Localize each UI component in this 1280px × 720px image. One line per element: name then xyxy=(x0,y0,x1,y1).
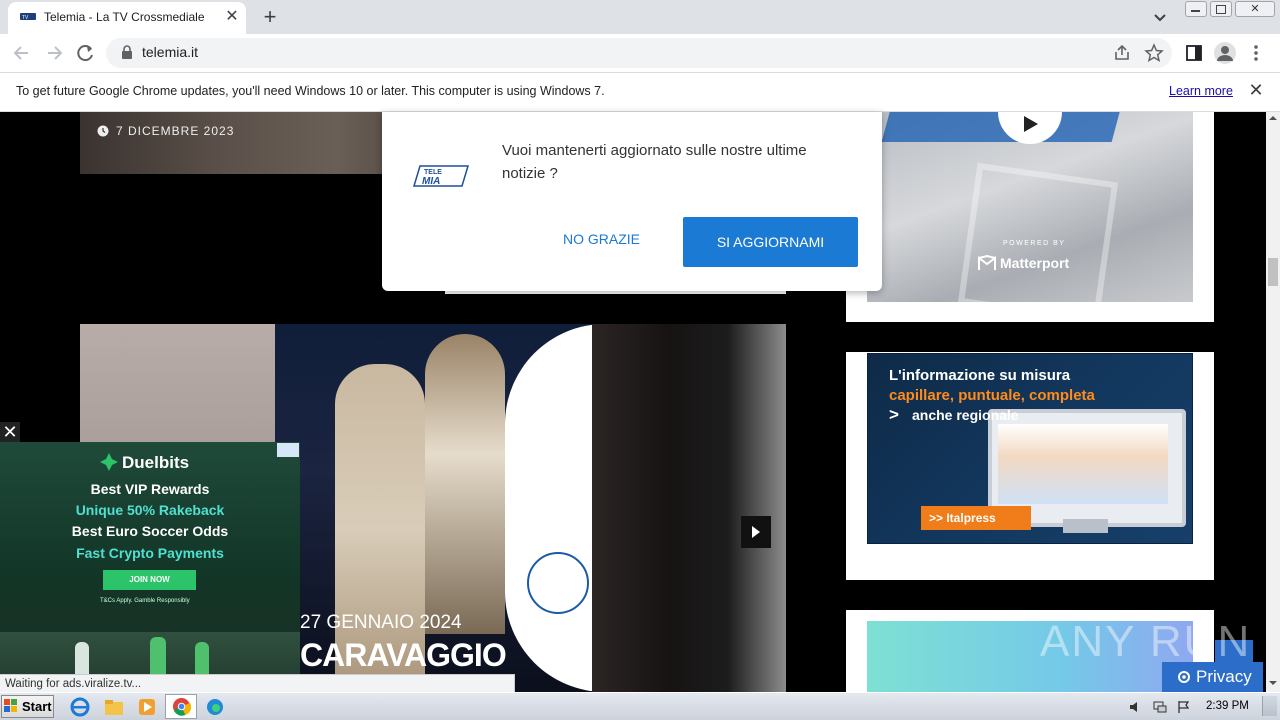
accept-button[interactable]: SI AGGIORNAMI xyxy=(683,217,858,267)
italpress-line1: L'informazione su misura xyxy=(889,367,1071,384)
svg-text:TELE: TELE xyxy=(424,169,442,176)
side-panel-icon[interactable] xyxy=(1184,43,1204,63)
share-icon[interactable] xyxy=(1112,43,1132,63)
duelbits-logo-icon xyxy=(100,453,118,471)
matterport-caption: POWERED BY xyxy=(1003,240,1066,247)
carousel-slide-next[interactable] xyxy=(592,324,786,692)
lock-icon[interactable] xyxy=(121,45,133,59)
profile-avatar-icon[interactable] xyxy=(1214,42,1236,64)
learn-more-link[interactable]: Learn more xyxy=(1169,84,1233,98)
show-desktop-button[interactable] xyxy=(1262,696,1277,716)
ad-line1: Best VIP Rewards xyxy=(90,481,210,497)
decline-button[interactable]: NO GRAZIE xyxy=(549,231,654,247)
restore-button[interactable] xyxy=(1210,1,1232,17)
scroll-down-icon[interactable] xyxy=(1268,678,1278,688)
file-explorer-icon[interactable] xyxy=(103,696,125,718)
anyrun-watermark: ANY RUN xyxy=(1040,617,1252,666)
ad-brand: Duelbits xyxy=(122,453,190,472)
matterport-logo-icon xyxy=(978,255,996,270)
tab-search-chevron-icon[interactable] xyxy=(1150,8,1170,26)
scrollbar-thumb[interactable] xyxy=(1268,258,1278,286)
minimize-button[interactable] xyxy=(1185,1,1207,17)
clock-icon xyxy=(97,125,109,137)
network-icon[interactable] xyxy=(1152,699,1168,715)
italpress-badge: >> Italpress xyxy=(921,506,1031,530)
action-center-flag-icon[interactable] xyxy=(1176,699,1192,715)
forward-arrow-icon[interactable] xyxy=(42,42,66,64)
caret-right-icon xyxy=(752,526,760,538)
play-icon xyxy=(1024,116,1038,132)
telemia-favicon-icon: TV xyxy=(20,13,36,21)
edge-icon[interactable] xyxy=(204,696,226,718)
svg-text:MIA: MIA xyxy=(422,176,440,187)
windows-logo-icon xyxy=(4,699,17,712)
event-title: CARAVAGGIO xyxy=(300,637,507,673)
infobar-close-icon[interactable]: ✕ xyxy=(1246,80,1266,100)
status-bubble: Waiting for ads.viralize.tv... xyxy=(0,674,515,692)
kebab-menu-icon[interactable] xyxy=(1246,43,1266,63)
adchoices-icon[interactable] xyxy=(277,443,299,457)
ad-line4: Fast Crypto Payments xyxy=(76,545,224,561)
carousel-next-button[interactable] xyxy=(741,516,771,548)
duelbits-ad[interactable] xyxy=(0,442,300,692)
svg-text:TV: TV xyxy=(22,15,29,21)
address-bar[interactable] xyxy=(106,38,1172,68)
ad-line3: Best Euro Soccer Odds xyxy=(71,523,229,539)
matterport-brand: Matterport xyxy=(1000,255,1070,271)
privacy-button[interactable]: Privacy xyxy=(1162,662,1263,692)
internet-explorer-icon[interactable] xyxy=(69,696,91,718)
bookmark-star-icon[interactable] xyxy=(1144,43,1164,63)
new-tab-button[interactable]: + xyxy=(257,5,283,29)
volume-icon[interactable] xyxy=(1128,699,1144,715)
back-arrow-icon[interactable] xyxy=(10,42,34,64)
taskbar-clock[interactable]: 2:39 PM xyxy=(1206,700,1249,712)
italpress-line2: capillare, puntuale, completa xyxy=(889,387,1095,404)
tab-close-icon[interactable]: ✕ xyxy=(222,7,242,27)
ad-line2: Unique 50% Rakeback xyxy=(75,502,225,518)
event-date: 27 GENNAIO 2024 xyxy=(300,612,462,633)
popup-message: Vuoi mantenerti aggiornato sulle nostre … xyxy=(502,142,807,182)
chrome-icon xyxy=(172,697,191,716)
telemia-logo-icon: TELE MIA xyxy=(412,165,470,187)
ad-close-button[interactable]: ✕ xyxy=(0,422,20,442)
media-player-icon[interactable] xyxy=(136,696,158,718)
ad-terms: T&Cs Apply. Gamble Responsibly xyxy=(100,598,190,604)
url-text[interactable]: telemia.it xyxy=(142,44,198,60)
italpress-line3: anche regionale xyxy=(912,407,1019,423)
window-close-button[interactable]: ✕ xyxy=(1235,1,1275,17)
ad-join-button[interactable]: JOIN NOW xyxy=(103,570,196,590)
gear-icon xyxy=(1178,671,1190,683)
privacy-label: Privacy xyxy=(1196,667,1252,686)
chevron-right-icon: > xyxy=(889,405,899,424)
article-date: 7 DICEMBRE 2023 xyxy=(116,124,235,138)
reload-icon[interactable] xyxy=(74,42,98,64)
scroll-up-icon[interactable] xyxy=(1268,113,1278,123)
page-scrollbar[interactable] xyxy=(1266,112,1280,692)
chrome-taskbar-button[interactable] xyxy=(165,694,197,719)
tab-title: Telemia - La TV Crossmediale xyxy=(44,10,205,24)
infobar-message: To get future Google Chrome updates, you… xyxy=(16,84,605,98)
